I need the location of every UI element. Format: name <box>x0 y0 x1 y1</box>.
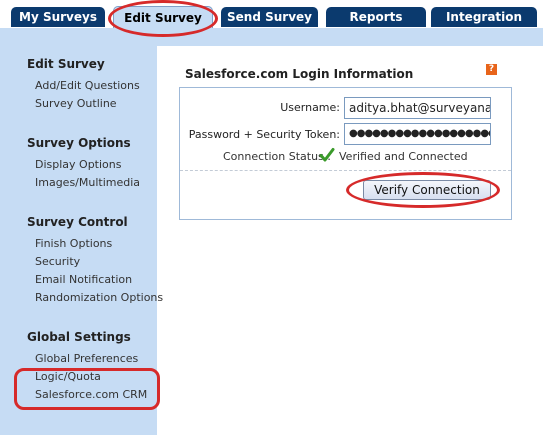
sidebar-item-global-preferences[interactable]: Global Preferences <box>35 352 138 365</box>
top-tab-bar: My Surveys Edit Survey Send Survey Repor… <box>0 0 543 30</box>
salesforce-crm-highlight <box>14 368 160 410</box>
password-label: Password + Security Token: <box>188 128 340 141</box>
sidebar-heading-survey-options: Survey Options <box>27 136 131 150</box>
login-panel-title: Salesforce.com Login Information <box>185 67 414 81</box>
form-divider <box>180 170 511 171</box>
tab-reports[interactable]: Reports <box>326 7 426 27</box>
sidebar-item-images-multimedia[interactable]: Images/Multimedia <box>35 176 140 189</box>
sidebar-item-add-edit-questions[interactable]: Add/Edit Questions <box>35 79 140 92</box>
password-field[interactable]: ●●●●●●●●●●●●●●●●●●●●●●●●●●●● <box>344 123 491 145</box>
tab-my-surveys[interactable]: My Surveys <box>11 7 105 27</box>
sidebar-item-security[interactable]: Security <box>35 255 80 268</box>
sidebar-item-finish-options[interactable]: Finish Options <box>35 237 112 250</box>
sidebar-item-display-options[interactable]: Display Options <box>35 158 122 171</box>
connection-status-label: Connection Status : <box>223 150 331 163</box>
sidebar-item-email-notification[interactable]: Email Notification <box>35 273 132 286</box>
tab-send-survey[interactable]: Send Survey <box>221 7 318 27</box>
username-label: Username: <box>280 101 340 114</box>
sidebar-heading-edit-survey: Edit Survey <box>27 57 105 71</box>
tab-integration[interactable]: Integration <box>431 7 537 27</box>
username-field[interactable]: aditya.bhat@surveyanalytics.com <box>344 97 491 119</box>
help-icon[interactable]: ? <box>486 64 497 75</box>
sidebar-heading-survey-control: Survey Control <box>27 215 128 229</box>
sidebar-heading-global-settings: Global Settings <box>27 330 131 344</box>
verify-button-highlight <box>346 172 500 208</box>
tab-underbar <box>0 28 543 46</box>
checkmark-icon <box>319 148 335 162</box>
edit-survey-tab-highlight <box>108 0 218 37</box>
sidebar-item-survey-outline[interactable]: Survey Outline <box>35 97 117 110</box>
sidebar-item-randomization-options[interactable]: Randomization Options <box>35 291 163 304</box>
connection-status-value: Verified and Connected <box>339 150 468 163</box>
